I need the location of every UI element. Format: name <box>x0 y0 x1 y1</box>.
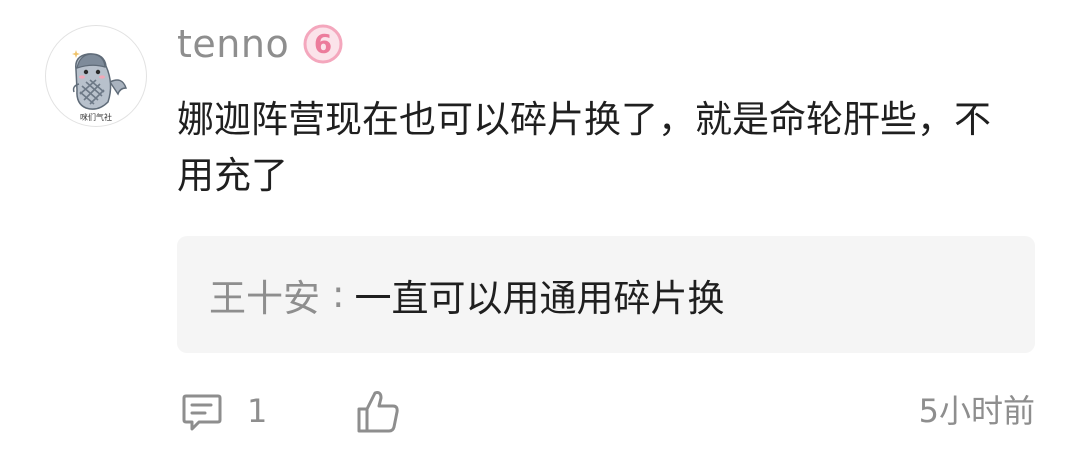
username-row: tenno 6 <box>177 18 343 70</box>
username[interactable]: tenno <box>177 25 289 63</box>
timestamp: 5小时前 <box>918 392 1035 430</box>
comment-bubble-icon <box>182 394 222 431</box>
reply-button[interactable]: 1 <box>179 385 267 437</box>
comment-text: 娜迦阵营现在也可以碎片换了，就是命轮肝些，不用充了 <box>177 98 991 197</box>
like-button[interactable] <box>355 385 401 437</box>
reply-preview[interactable]: 王十安 : 一直可以用通用碎片换 <box>177 236 1035 353</box>
reply-author[interactable]: 王十安 <box>209 268 320 322</box>
reply-separator: : <box>332 273 345 316</box>
whale-mascot-avatar-icon: 咪们气社 <box>72 50 127 122</box>
level-6-badge-icon: 6 <box>303 24 343 64</box>
reply-text: 一直可以用通用碎片换 <box>354 276 725 320</box>
comment-footer: 1 5小时前 <box>177 385 1035 437</box>
avatar-caption: 咪们气社 <box>80 112 112 122</box>
avatar[interactable]: 咪们气社 <box>45 25 147 127</box>
thumbs-up-icon <box>357 391 399 433</box>
level-badge-number: 6 <box>314 30 332 60</box>
reply-count: 1 <box>247 392 268 430</box>
